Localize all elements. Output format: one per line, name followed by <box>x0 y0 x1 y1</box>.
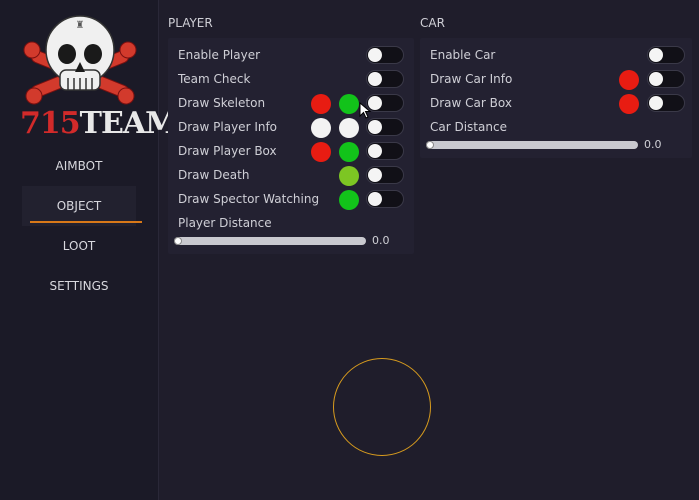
mouse-cursor-icon <box>359 102 371 119</box>
draw-player-info-color-1[interactable] <box>311 118 331 138</box>
draw-car-box-toggle[interactable] <box>647 94 685 112</box>
draw-player-info-label: Draw Player Info <box>178 120 278 134</box>
draw-skeleton-toggle[interactable] <box>366 94 404 112</box>
car-distance-slider-knob[interactable] <box>426 141 434 149</box>
enable-player-toggle[interactable] <box>366 46 404 64</box>
draw-spector-watching-label: Draw Spector Watching <box>178 192 320 206</box>
draw-skeleton-color-1[interactable] <box>311 94 331 114</box>
car-distance-value: 0.0 <box>644 138 662 151</box>
player-panel: Enable Player Team Check Draw Skeleton D… <box>168 38 414 254</box>
draw-skeleton-color-2[interactable] <box>339 94 359 114</box>
draw-player-box-color-1[interactable] <box>311 142 331 162</box>
draw-player-box-label: Draw Player Box <box>178 144 277 158</box>
player-section-title: PLAYER <box>168 16 213 30</box>
draw-car-box-label: Draw Car Box <box>430 96 512 110</box>
player-distance-value: 0.0 <box>372 234 390 247</box>
svg-text:♜: ♜ <box>76 20 85 31</box>
car-panel: Enable Car Draw Car Info Draw Car Box Ca… <box>420 38 692 158</box>
draw-spector-watching-color[interactable] <box>339 190 359 210</box>
draw-player-box-toggle[interactable] <box>366 142 404 160</box>
car-distance-label: Car Distance <box>430 120 507 134</box>
logo-text: 715TEAM <box>20 106 178 141</box>
draw-spector-watching-toggle[interactable] <box>366 190 404 208</box>
draw-car-box-color[interactable] <box>619 94 639 114</box>
draw-player-info-color-2[interactable] <box>339 118 359 138</box>
car-section-title: CAR <box>420 16 445 30</box>
nav-item-aimbot[interactable]: AIMBOT <box>0 146 158 186</box>
fov-circle <box>333 358 431 456</box>
main-content: PLAYER Enable Player Team Check Draw Ske… <box>159 0 699 500</box>
draw-car-info-color[interactable] <box>619 70 639 90</box>
sidebar: ♜ 715TEAM AIMBOT OBJECT LOOT SETTINGS <box>0 0 178 500</box>
car-distance-slider[interactable] <box>426 141 638 149</box>
player-distance-slider[interactable] <box>174 237 366 245</box>
draw-player-box-color-2[interactable] <box>339 142 359 162</box>
draw-death-label: Draw Death <box>178 168 250 182</box>
draw-player-info-toggle[interactable] <box>366 118 404 136</box>
team-check-label: Team Check <box>178 72 251 86</box>
draw-death-color[interactable] <box>339 166 359 186</box>
player-distance-slider-knob[interactable] <box>174 237 182 245</box>
player-distance-label: Player Distance <box>178 216 272 230</box>
nav-item-settings[interactable]: SETTINGS <box>0 266 158 306</box>
skull-icon: ♜ <box>23 15 137 105</box>
enable-player-label: Enable Player <box>178 48 261 62</box>
draw-skeleton-label: Draw Skeleton <box>178 96 266 110</box>
draw-car-info-toggle[interactable] <box>647 70 685 88</box>
nav-item-object[interactable]: OBJECT <box>22 186 142 226</box>
enable-car-label: Enable Car <box>430 48 496 62</box>
sidebar-nav: AIMBOT OBJECT LOOT SETTINGS <box>0 146 158 306</box>
nav-item-loot[interactable]: LOOT <box>0 226 158 266</box>
enable-car-toggle[interactable] <box>647 46 685 64</box>
logo: ♜ 715TEAM <box>20 10 178 142</box>
team-check-toggle[interactable] <box>366 70 404 88</box>
draw-car-info-label: Draw Car Info <box>430 72 513 86</box>
draw-death-toggle[interactable] <box>366 166 404 184</box>
